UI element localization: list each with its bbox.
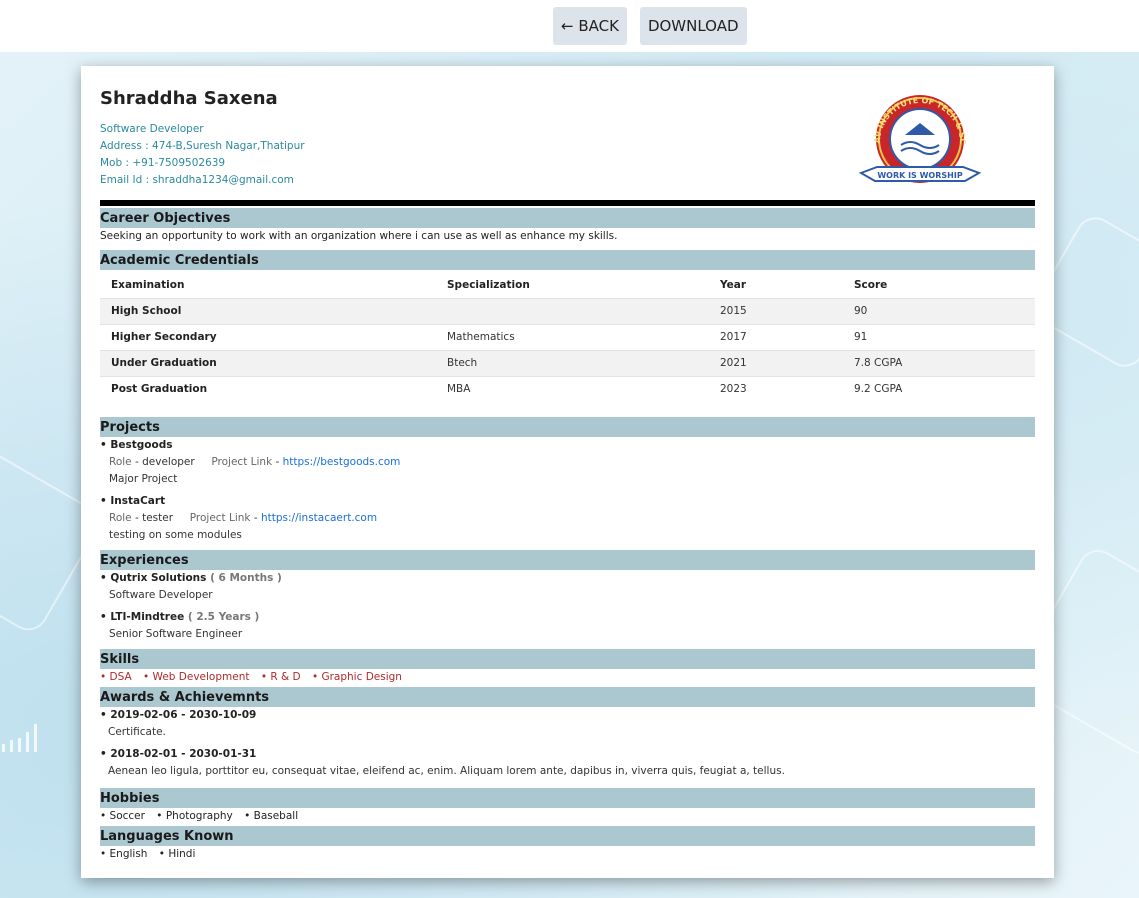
cell-score: 9.2 CGPA xyxy=(843,375,1035,402)
table-row: Higher Secondary Mathematics 2017 91 xyxy=(100,323,1035,350)
skill-item: • Graphic Design xyxy=(311,671,402,683)
cell-year: 2015 xyxy=(709,297,843,324)
table-row: Post Graduation MBA 2023 9.2 CGPA xyxy=(100,375,1035,402)
experience-duration: ( 6 Months ) xyxy=(210,572,282,584)
skills-list: • DSA • Web Development • R & D • Graphi… xyxy=(100,669,1035,685)
award-item: • 2018-02-01 - 2030-01-31 Aenean leo lig… xyxy=(100,746,1035,780)
company-name: • LTI-Mindtree xyxy=(100,611,185,623)
project-link[interactable]: https://bestgoods.com xyxy=(283,456,401,468)
mobile: Mob : +91-7509502639 xyxy=(100,157,226,169)
experience-role: Senior Software Engineer xyxy=(109,628,243,640)
projects-heading: Projects xyxy=(100,417,1035,437)
project-desc: testing on some modules xyxy=(109,529,242,541)
project-item: • Bestgoods Role - developer Project Lin… xyxy=(100,437,1035,488)
toolbar: ← BACK DOWNLOAD xyxy=(553,7,747,45)
candidate-name: Shraddha Saxena xyxy=(100,88,278,109)
col-score: Score xyxy=(854,278,888,291)
language-item: • English xyxy=(100,848,148,860)
institute-logo: MADHAV INSTITUTE OF TECH & SCIENCE WORK … xyxy=(855,91,982,183)
career-heading: Career Objectives xyxy=(100,208,1035,228)
project-meta: Role - developer Project Link - https://… xyxy=(109,456,401,468)
hobby-item: • Photography xyxy=(156,810,233,822)
career-text: Seeking an opportunity to work with an o… xyxy=(100,230,618,242)
download-button[interactable]: DOWNLOAD xyxy=(639,7,747,45)
role-label: Role xyxy=(109,456,132,468)
skill-item: • R & D xyxy=(260,671,301,683)
experiences-heading: Experiences xyxy=(100,550,1035,570)
svg-text:WORK IS WORSHIP: WORK IS WORSHIP xyxy=(877,171,963,180)
experience-item: • Qutrix Solutions ( 6 Months ) Software… xyxy=(100,570,1035,604)
project-name: • Bestgoods xyxy=(100,439,173,451)
company-name: • Qutrix Solutions xyxy=(100,572,207,584)
resume-page: Shraddha Saxena Software Developer Addre… xyxy=(81,66,1054,878)
academic-heading: Academic Credentials xyxy=(100,250,1035,270)
cell-spec: Mathematics xyxy=(436,323,709,350)
resume-header: Shraddha Saxena Software Developer Addre… xyxy=(100,66,1035,206)
project-desc: Major Project xyxy=(109,473,178,485)
experience-company: • LTI-Mindtree ( 2.5 Years ) xyxy=(100,609,1035,626)
link-label: Project Link xyxy=(189,512,251,524)
cell-exam: Under Graduation xyxy=(100,349,436,376)
cell-exam: Post Graduation xyxy=(100,375,436,402)
award-desc: Aenean leo ligula, porttitor eu, consequ… xyxy=(108,765,785,777)
link-label: Project Link xyxy=(211,456,273,468)
cell-exam: Higher Secondary xyxy=(100,323,436,350)
table-row: Under Graduation Btech 2021 7.8 CGPA xyxy=(100,349,1035,376)
email: Email Id : shraddha1234@gmail.com xyxy=(100,174,294,186)
hobby-item: • Soccer xyxy=(100,810,145,822)
language-item: • Hindi xyxy=(158,848,196,860)
header-divider xyxy=(100,200,1035,206)
role-value: - developer xyxy=(131,456,195,468)
cell-year: 2017 xyxy=(709,323,843,350)
experience-role: Software Developer xyxy=(109,589,213,601)
hobby-item: • Baseball xyxy=(244,810,299,822)
cell-spec xyxy=(436,297,709,324)
award-dates: • 2018-02-01 - 2030-01-31 xyxy=(100,748,257,760)
job-title: Software Developer xyxy=(100,123,204,135)
table-row: High School 2015 90 xyxy=(100,297,1035,324)
back-button[interactable]: ← BACK xyxy=(553,7,627,45)
project-link[interactable]: https://instacaert.com xyxy=(261,512,377,524)
languages-list: • English • Hindi xyxy=(100,846,1035,862)
skill-item: • Web Development xyxy=(143,671,250,683)
cell-spec: MBA xyxy=(436,375,709,402)
role-label: Role xyxy=(109,512,132,524)
col-examination: Examination xyxy=(111,278,185,291)
cell-spec: Btech xyxy=(436,349,709,376)
award-dates: • 2019-02-06 - 2030-10-09 xyxy=(100,709,257,721)
awards-heading: Awards & Achievemnts xyxy=(100,687,1035,707)
award-item: • 2019-02-06 - 2030-10-09 Certificate. xyxy=(100,707,1035,741)
cell-exam: High School xyxy=(100,297,436,324)
role-value: - tester xyxy=(131,512,174,524)
skills-heading: Skills xyxy=(100,649,1035,669)
contact-block: Software Developer Address : 474-B,Sures… xyxy=(100,121,305,189)
experience-duration: ( 2.5 Years ) xyxy=(187,611,260,623)
col-specialization: Specialization xyxy=(447,278,530,291)
hobbies-heading: Hobbies xyxy=(100,788,1035,808)
cell-year: 2021 xyxy=(709,349,843,376)
project-item: • InstaCart Role - tester Project Link -… xyxy=(100,493,1035,544)
hobbies-list: • Soccer • Photography • Baseball xyxy=(100,808,1035,824)
experience-item: • LTI-Mindtree ( 2.5 Years ) Senior Soft… xyxy=(100,609,1035,643)
cell-score: 91 xyxy=(843,323,1035,350)
col-year: Year xyxy=(720,278,747,291)
cell-year: 2023 xyxy=(709,375,843,402)
cell-score: 90 xyxy=(843,297,1035,324)
award-desc: Certificate. xyxy=(108,726,166,738)
academic-table: Examination Specialization Year Score Hi… xyxy=(100,272,1035,402)
languages-heading: Languages Known xyxy=(100,826,1035,846)
experience-company: • Qutrix Solutions ( 6 Months ) xyxy=(100,570,1035,587)
cell-score: 7.8 CGPA xyxy=(843,349,1035,376)
project-meta: Role - tester Project Link - https://ins… xyxy=(109,512,378,524)
project-name: • InstaCart xyxy=(100,495,166,507)
address: Address : 474-B,Suresh Nagar,Thatipur xyxy=(100,140,305,152)
skill-item: • DSA xyxy=(100,671,132,683)
